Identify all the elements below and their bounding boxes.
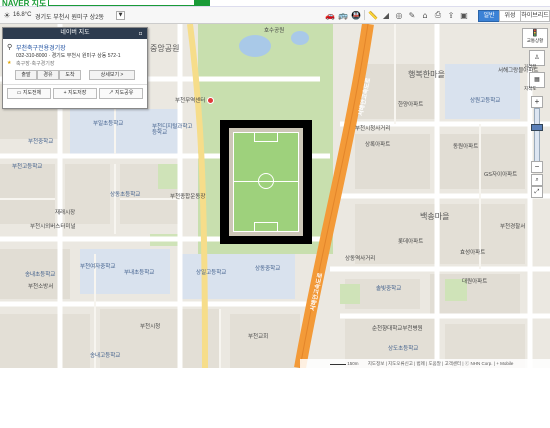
label-school-3: 부천고등학교 [12,164,43,170]
label-dong-baeksong: 백송마을 [420,212,450,221]
label-cross-1: 부천시청사거리 [355,126,391,132]
map-status-bar: 150m 지도정보 | 지도오류신고 | 범례 | 도움말 | 고객센터 | ⓒ… [300,359,550,368]
label-apt-7: GS자이아파트 [484,172,518,178]
cadastral-label: 지적도 [524,86,537,91]
detail-button[interactable]: 상세보기 > [89,70,135,80]
label-apt-5: 롯데아파트 [398,239,424,245]
map-full-label: 지도전체 [22,90,42,96]
label-park: 중앙공원 [150,44,180,53]
zoom-out-button[interactable]: − [531,161,543,173]
label-cross-2: 상동역사거리 [345,256,376,262]
star-icon[interactable]: ★ [7,60,11,66]
area-icon[interactable]: ◢ [381,10,391,20]
bus-icon[interactable]: 🚌 [338,10,348,20]
panel-title: 네이버 지도 [3,28,147,39]
zoom-slider[interactable] [534,108,540,162]
traffic-light-icon: 🚦 [530,30,540,37]
scale-bar [330,364,346,365]
traffic-toggle[interactable]: 🚦 교통상황 [522,28,548,48]
label-school-14: 상동초등학교 [110,192,141,198]
place-marker-icon[interactable] [207,97,214,104]
ruler-icon[interactable]: 📏 [368,10,378,20]
subway-icon[interactable]: 🚇 [351,10,361,20]
label-fire-station: 부천소방서 [28,284,54,290]
label-school-11: 부천여자중학교 [80,264,116,270]
search-input[interactable] [48,0,196,6]
label-police: 부천경찰서 [500,224,526,230]
printer-icon[interactable]: ⎙ [433,10,443,20]
label-city-hall: 부천시청 [140,324,161,330]
map-share-button[interactable]: ↗ 지도공유 [99,88,143,99]
label-apt-8: 대원아파트 [462,279,488,285]
bookmark-icon[interactable]: ▣ [459,10,469,20]
sun-icon: ☀ [3,10,11,20]
location-path: 경기도 부천시 원미구 상2동 [35,15,105,21]
tab-hybrid[interactable]: 하이브리드 [520,10,550,22]
label-apt-3: 동원아파트 [453,144,479,150]
tab-general[interactable]: 일반 [478,10,500,22]
label-school-2: 부천디지털과학고등학교 [152,124,193,136]
label-bus-terminal: 부천시외버스터미널 [30,224,76,230]
waypoint-button[interactable]: 경유 [37,70,59,80]
home-icon[interactable]: ⌂ [420,10,430,20]
traffic-label: 교통상황 [526,38,544,43]
label-trade-center: 부천무역센터 [175,98,206,104]
label-apt-1: 한양아파트 [398,102,424,108]
car-icon[interactable]: 🚗 [325,10,335,20]
stadium-frame[interactable] [220,120,312,244]
label-school-10: 상원고등학교 [470,98,501,104]
map-save-button[interactable]: + 지도저장 [53,88,97,99]
label-apt-6: 효성아파트 [460,250,486,256]
label-school-7: 부내초등학교 [124,270,155,276]
place-category: 축구장·축구경기장 [16,61,55,67]
label-school-6: 상동중학교 [255,266,281,272]
depart-button[interactable]: 출발 [15,70,37,80]
street-view-label: 거리뷰 [524,64,537,69]
search-button[interactable] [194,0,210,6]
magnifier-icon[interactable]: ⌕ [531,174,543,186]
label-apt-4: 상록아파트 [365,142,391,148]
map-save-label: 지도저장 [67,90,87,96]
location-dropdown-icon[interactable]: ▼ [116,11,125,20]
label-school-12: 송내초등학교 [25,272,56,278]
top-bar: NAVER 지도 [0,0,550,8]
label-school-9: 상도초등학교 [388,346,419,352]
scale-label: 150m [347,361,359,366]
pen-icon[interactable]: ✎ [407,10,417,20]
label-school-4: 부천중학교 [28,139,54,145]
label-school-5: 상일고등학교 [196,270,227,276]
label-school-13: 솔빛중학교 [376,286,402,292]
label-lake-park: 호수공원 [264,28,285,34]
fullscreen-icon[interactable]: ⤢ [531,186,543,198]
label-stadium-complex: 부천종합운동장 [170,194,206,200]
arrive-button[interactable]: 도착 [59,70,81,80]
zoom-in-button[interactable]: + [531,96,543,108]
label-hospital: 순천향대학교부천병원 [372,326,423,332]
share-icon[interactable]: ⇪ [446,10,456,20]
close-icon[interactable]: ▫ [137,30,144,37]
map-full-button[interactable]: ▭ 지도전체 [7,88,51,99]
map-toolbar: ☀ 16.8°C 경기도 부천시 원미구 상2동 ▼ 🚗 🚌 🚇 📏 ◢ ◎ ✎… [0,7,550,24]
location-pin-icon: ⚲ [7,43,13,51]
radius-icon[interactable]: ◎ [394,10,404,20]
label-school-8: 송내고등학교 [90,353,121,359]
weather-temp: 16.8°C [13,12,32,18]
label-school-1: 부일초등학교 [93,121,124,127]
label-market: 재래시장 [55,210,76,216]
label-dong-haengbok: 행복한마을 [408,70,445,79]
tab-satellite[interactable]: 위성 [499,10,521,22]
status-links[interactable]: 지도정보 | 지도오류신고 | 범례 | 도움말 | 고객센터 | ⓒ NHN … [368,361,514,366]
place-info-panel: 네이버 지도 ▫ ⚲ 부천축구전용경기장 032-310-8000 · 경기도 … [2,27,148,109]
map-share-label: 지도공유 [114,90,134,96]
place-phone-address: 032-310-8000 · 경기도 부천시 원미구 상동 572-1 [16,53,121,59]
label-church: 부천교회 [248,334,269,340]
zoom-handle[interactable] [531,124,543,131]
place-name-link[interactable]: 부천축구전용경기장 [16,43,66,52]
